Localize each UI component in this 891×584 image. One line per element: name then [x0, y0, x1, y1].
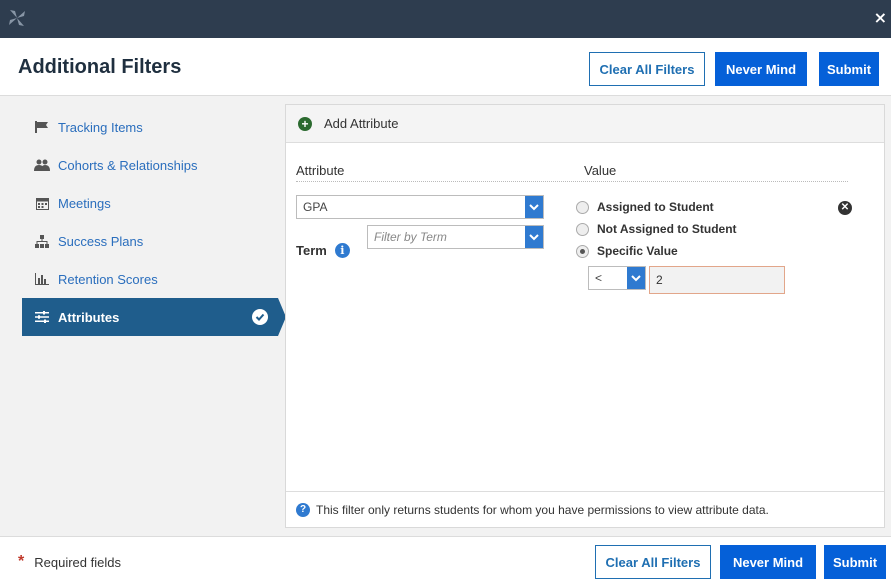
- specific-value-text: 2: [656, 273, 663, 287]
- sidebar-item-label: Retention Scores: [58, 271, 158, 287]
- permission-note-text: This filter only returns students for wh…: [316, 502, 769, 517]
- bar-chart-icon: [34, 272, 50, 286]
- page-title: Additional Filters: [18, 56, 182, 78]
- specific-value-input[interactable]: 2: [649, 266, 785, 294]
- close-icon[interactable]: ×: [874, 8, 887, 27]
- header-divider: [296, 181, 848, 182]
- submit-button[interactable]: Submit: [819, 52, 879, 86]
- sliders-icon: [34, 310, 50, 324]
- users-icon: [34, 158, 50, 172]
- radio-button[interactable]: [576, 222, 589, 236]
- dialog-header: Additional Filters Clear All Filters Nev…: [0, 38, 891, 96]
- asterisk-icon: *: [18, 553, 25, 570]
- submit-button[interactable]: Submit: [824, 545, 886, 579]
- sidebar-item-label: Cohorts & Relationships: [58, 157, 198, 173]
- sidebar: Tracking Items Cohorts & Relationships M…: [22, 108, 286, 336]
- question-circle-icon: ?: [296, 502, 310, 517]
- term-label: Term: [296, 243, 327, 258]
- term-select-placeholder: Filter by Term: [374, 230, 447, 244]
- info-icon[interactable]: i: [334, 243, 350, 258]
- flag-icon: [34, 120, 50, 134]
- radio-specific-value[interactable]: Specific Value: [576, 244, 678, 258]
- radio-assigned[interactable]: Assigned to Student: [576, 200, 714, 214]
- attribute-select[interactable]: GPA: [296, 195, 544, 219]
- sitemap-icon: [34, 234, 50, 248]
- radio-label: Not Assigned to Student: [597, 222, 737, 236]
- never-mind-button[interactable]: Never Mind: [715, 52, 807, 86]
- calendar-icon: [34, 196, 50, 210]
- pinwheel-logo-icon: [6, 7, 28, 29]
- plus-circle-icon[interactable]: +: [298, 116, 312, 131]
- sidebar-item-label: Attributes: [58, 309, 120, 325]
- sidebar-item-tracking-items[interactable]: Tracking Items: [22, 108, 278, 146]
- sidebar-item-attributes[interactable]: Attributes: [22, 298, 286, 336]
- sidebar-item-label: Meetings: [58, 195, 111, 211]
- sidebar-item-cohorts[interactable]: Cohorts & Relationships: [22, 146, 278, 184]
- never-mind-button[interactable]: Never Mind: [720, 545, 816, 579]
- dialog-footer: * Required fields Clear All Filters Neve…: [0, 536, 891, 584]
- sidebar-item-label: Tracking Items: [58, 119, 143, 135]
- term-select[interactable]: Filter by Term: [367, 225, 544, 249]
- sidebar-item-label: Success Plans: [58, 233, 144, 249]
- top-bar: ×: [0, 0, 891, 38]
- sidebar-item-meetings[interactable]: Meetings: [22, 184, 278, 222]
- clear-all-filters-button[interactable]: Clear All Filters: [595, 545, 711, 579]
- remove-circle-icon[interactable]: ✕: [838, 201, 852, 215]
- attribute-column-header: Attribute: [296, 163, 345, 178]
- chevron-down-icon[interactable]: [525, 226, 543, 248]
- operator-select-value: <: [595, 271, 603, 285]
- value-column-header: Value: [584, 163, 617, 178]
- radio-button-checked[interactable]: [576, 244, 589, 258]
- chevron-down-icon[interactable]: [525, 196, 543, 218]
- sidebar-item-retention-scores[interactable]: Retention Scores: [22, 260, 278, 298]
- radio-button[interactable]: [576, 200, 589, 214]
- attribute-select-value: GPA: [303, 200, 328, 214]
- clear-all-filters-button[interactable]: Clear All Filters: [589, 52, 705, 86]
- add-attribute-label[interactable]: Add Attribute: [324, 116, 398, 131]
- chevron-down-icon[interactable]: [627, 267, 645, 289]
- dialog-body: Tracking Items Cohorts & Relationships M…: [0, 96, 891, 536]
- required-fields-label: Required fields: [34, 554, 121, 570]
- required-fields-note: * Required fields: [18, 553, 121, 571]
- permission-note: ? This filter only returns students for …: [286, 491, 884, 527]
- radio-not-assigned[interactable]: Not Assigned to Student: [576, 222, 737, 236]
- add-attribute-row[interactable]: + Add Attribute: [286, 105, 884, 143]
- attribute-panel: + Add Attribute Attribute Value GPA Term…: [285, 104, 885, 528]
- sidebar-item-success-plans[interactable]: Success Plans: [22, 222, 278, 260]
- check-circle-icon: [252, 309, 268, 325]
- radio-label: Assigned to Student: [597, 200, 714, 214]
- operator-select[interactable]: <: [588, 266, 646, 290]
- term-label-row: Term i: [296, 243, 350, 258]
- radio-label: Specific Value: [597, 244, 678, 258]
